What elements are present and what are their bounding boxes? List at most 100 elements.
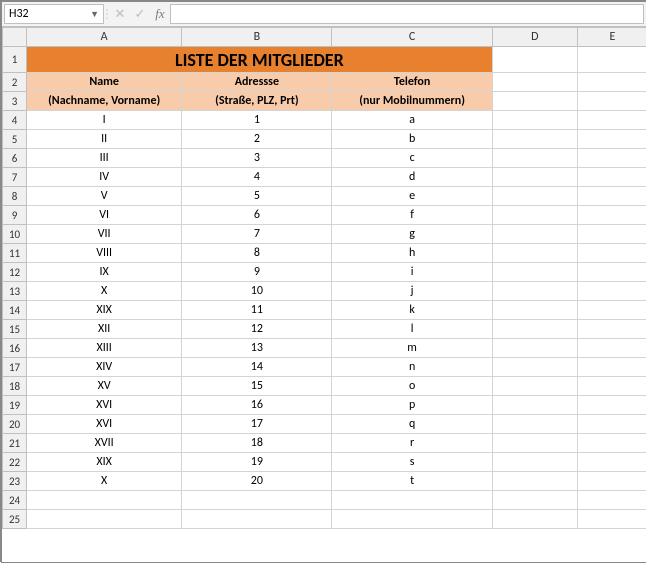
cell-addr[interactable]: 16 (182, 396, 332, 415)
cell[interactable] (492, 301, 577, 320)
cell-name[interactable]: XIX (27, 301, 182, 320)
row-header[interactable]: 16 (3, 339, 27, 358)
cell-name[interactable]: IV (27, 168, 182, 187)
cell[interactable] (182, 491, 332, 510)
row-header[interactable]: 20 (3, 415, 27, 434)
cell-tel[interactable]: r (332, 434, 492, 453)
cell[interactable] (577, 491, 646, 510)
row-header[interactable]: 8 (3, 187, 27, 206)
row-header[interactable]: 15 (3, 320, 27, 339)
col-header-D[interactable]: D (492, 28, 577, 47)
cell-tel[interactable]: q (332, 415, 492, 434)
cell-name[interactable]: V (27, 187, 182, 206)
cell[interactable] (492, 187, 577, 206)
cell-tel[interactable]: h (332, 244, 492, 263)
cell[interactable] (492, 225, 577, 244)
cell-addr[interactable]: 2 (182, 130, 332, 149)
cell[interactable] (492, 320, 577, 339)
cell[interactable] (492, 396, 577, 415)
row-header[interactable]: 12 (3, 263, 27, 282)
cell[interactable] (577, 47, 646, 73)
cell[interactable] (577, 339, 646, 358)
name-box[interactable]: H32 ▼ (4, 4, 104, 24)
cell-tel[interactable]: o (332, 377, 492, 396)
cell[interactable] (577, 73, 646, 92)
cell[interactable] (577, 187, 646, 206)
header-tel-l2[interactable]: (nur Mobilnummern) (332, 92, 492, 111)
cell[interactable] (492, 491, 577, 510)
spreadsheet-grid[interactable]: A B C D E 1 LISTE DER MITGLIEDER 2 Name … (2, 27, 646, 529)
cell[interactable] (577, 472, 646, 491)
cell[interactable] (492, 434, 577, 453)
cell-tel[interactable]: j (332, 282, 492, 301)
cell[interactable] (492, 415, 577, 434)
cell[interactable] (577, 301, 646, 320)
cell-addr[interactable]: 20 (182, 472, 332, 491)
cell[interactable] (577, 377, 646, 396)
cell-addr[interactable]: 19 (182, 453, 332, 472)
cell[interactable] (577, 111, 646, 130)
cell-tel[interactable]: t (332, 472, 492, 491)
cell[interactable] (577, 225, 646, 244)
cell-name[interactable]: XVI (27, 415, 182, 434)
cell[interactable] (577, 320, 646, 339)
cell-tel[interactable]: p (332, 396, 492, 415)
row-header[interactable]: 1 (3, 47, 27, 73)
cell-addr[interactable]: 4 (182, 168, 332, 187)
cell-tel[interactable]: f (332, 206, 492, 225)
cell[interactable] (492, 149, 577, 168)
cell-name[interactable]: XIII (27, 339, 182, 358)
row-header[interactable]: 7 (3, 168, 27, 187)
cell-tel[interactable]: g (332, 225, 492, 244)
cell[interactable] (492, 92, 577, 111)
cell[interactable] (577, 282, 646, 301)
cell-name[interactable]: VII (27, 225, 182, 244)
cell[interactable] (492, 130, 577, 149)
cell-tel[interactable]: b (332, 130, 492, 149)
col-header-E[interactable]: E (577, 28, 646, 47)
cancel-icon[interactable]: ✕ (110, 2, 130, 26)
cell-addr[interactable]: 10 (182, 282, 332, 301)
cell-name[interactable]: XVI (27, 396, 182, 415)
cell-tel[interactable]: e (332, 187, 492, 206)
cell[interactable] (577, 206, 646, 225)
header-name-l2[interactable]: (Nachname, Vorname) (27, 92, 182, 111)
row-header[interactable]: 13 (3, 282, 27, 301)
cell[interactable] (492, 263, 577, 282)
cell[interactable] (492, 282, 577, 301)
cell-name[interactable]: IX (27, 263, 182, 282)
cell[interactable] (577, 434, 646, 453)
row-header[interactable]: 18 (3, 377, 27, 396)
header-addr-l2[interactable]: (Straße, PLZ, Prt) (182, 92, 332, 111)
cell-name[interactable]: III (27, 149, 182, 168)
row-header[interactable]: 21 (3, 434, 27, 453)
sheet-title[interactable]: LISTE DER MITGLIEDER (27, 47, 493, 73)
cell-name[interactable]: XII (27, 320, 182, 339)
cell[interactable] (492, 472, 577, 491)
cell[interactable] (182, 510, 332, 529)
cell[interactable] (577, 149, 646, 168)
cell-addr[interactable]: 5 (182, 187, 332, 206)
cell[interactable] (492, 73, 577, 92)
cell[interactable] (577, 92, 646, 111)
select-all-corner[interactable] (3, 28, 27, 47)
cell-addr[interactable]: 1 (182, 111, 332, 130)
cell-name[interactable]: VI (27, 206, 182, 225)
col-header-A[interactable]: A (27, 28, 182, 47)
cell[interactable] (492, 339, 577, 358)
cell-tel[interactable]: m (332, 339, 492, 358)
cell-name[interactable]: XIV (27, 358, 182, 377)
row-header[interactable]: 19 (3, 396, 27, 415)
cell-addr[interactable]: 18 (182, 434, 332, 453)
cell[interactable] (332, 510, 492, 529)
cell[interactable] (577, 244, 646, 263)
cell[interactable] (492, 168, 577, 187)
col-header-C[interactable]: C (332, 28, 492, 47)
cell[interactable] (577, 263, 646, 282)
cell-name[interactable]: X (27, 282, 182, 301)
cell-tel[interactable]: n (332, 358, 492, 377)
cell[interactable] (332, 491, 492, 510)
row-header[interactable]: 3 (3, 92, 27, 111)
row-header[interactable]: 11 (3, 244, 27, 263)
cell-addr[interactable]: 8 (182, 244, 332, 263)
